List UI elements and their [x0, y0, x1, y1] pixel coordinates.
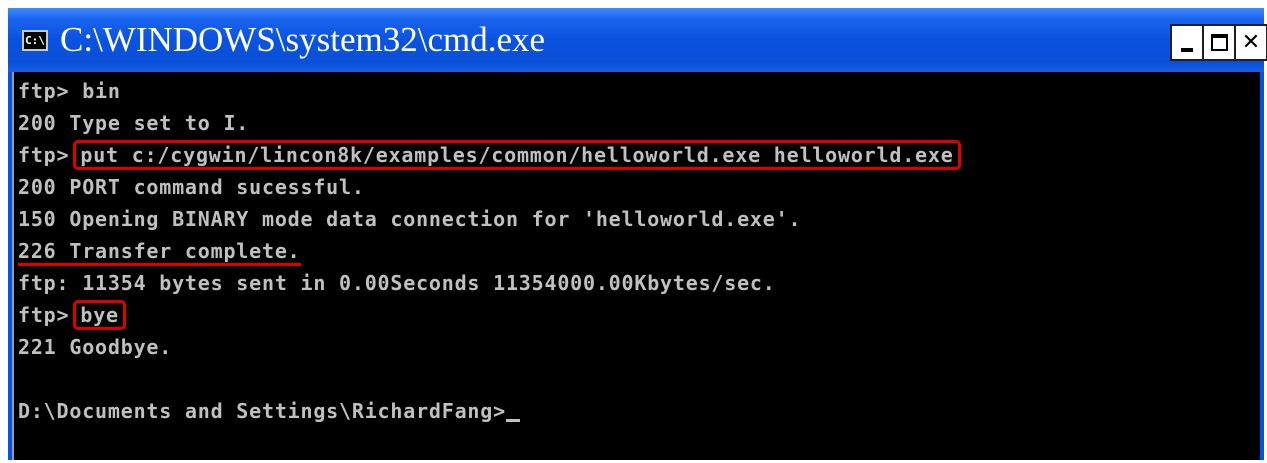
console-line: 150 Opening BINARY mode data connection … [18, 207, 802, 231]
text-cursor [505, 419, 520, 422]
maximize-button[interactable] [1202, 24, 1236, 61]
console-line: ftp> put c:/cygwin/lincon8k/examples/comm… [18, 140, 961, 170]
close-icon: ✕ [1241, 30, 1261, 55]
console-line: D:\Documents and Settings\RichardFang> [18, 396, 520, 426]
console-output[interactable]: ftp> bin 200 Type set to I. ftp> put c:/c… [12, 72, 1260, 460]
console-line: ftp> bin [18, 76, 121, 106]
console-line: ftp: 11354 bytes sent in 0.00Seconds 113… [18, 271, 776, 295]
highlighted-put-command: put c:/cygwin/lincon8k/examples/common/h… [73, 140, 961, 170]
console-line: ftp> bye [18, 300, 126, 330]
console-line: 200 PORT command sucessful. [18, 175, 365, 199]
console-line: 221 Goodbye. [18, 335, 173, 359]
window-title: C:\WINDOWS\system32\cmd.exe [60, 20, 546, 59]
console-line: 200 Type set to I. [18, 111, 250, 135]
ftp-prompt: ftp> [18, 303, 70, 327]
minimize-icon [1181, 47, 1193, 52]
console-line: 226 Transfer complete. [18, 236, 301, 266]
ftp-prompt: ftp> [18, 143, 70, 167]
highlighted-bye-command: bye [73, 300, 126, 330]
close-button[interactable]: ✕ [1234, 24, 1267, 61]
cmd-app-icon[interactable]: C:\ [22, 30, 48, 51]
shell-prompt: D:\Documents and Settings\RichardFang> [18, 399, 506, 423]
title-bar[interactable]: C:\ C:\WINDOWS\system32\cmd.exe ✕ [8, 8, 1267, 72]
underlined-transfer-complete: 226 Transfer complete. [18, 239, 301, 266]
cmd-window: C:\ C:\WINDOWS\system32\cmd.exe ✕ ftp> b… [8, 8, 1267, 460]
minimize-button[interactable] [1170, 24, 1204, 61]
command-text: bin [69, 79, 121, 103]
ftp-prompt: ftp> [18, 79, 70, 103]
maximize-icon [1210, 34, 1228, 51]
